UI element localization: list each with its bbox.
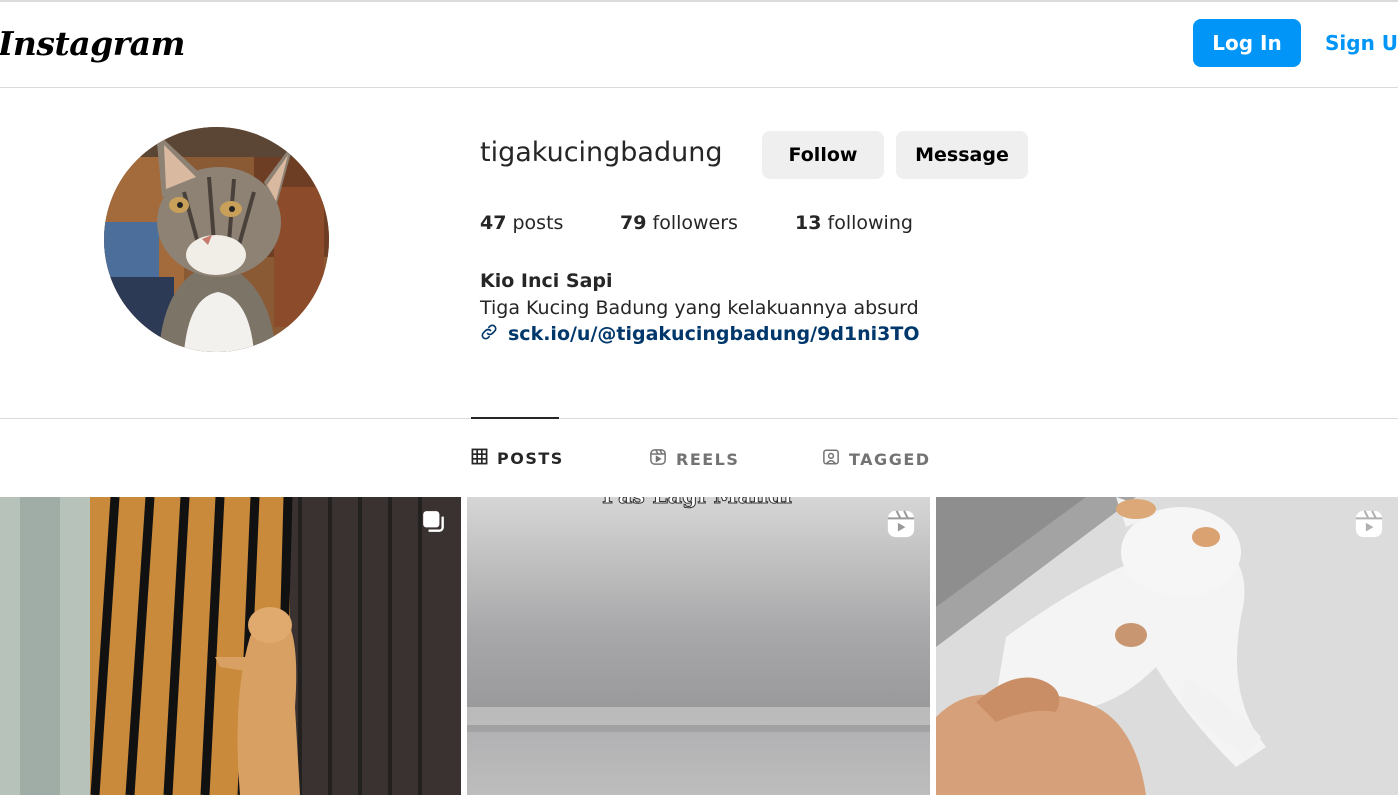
login-button[interactable]: Log In	[1193, 19, 1301, 67]
followers-count: 79	[620, 212, 647, 234]
top-navbar: Instagram Log In Sign Up	[0, 2, 1398, 88]
reels-icon	[886, 509, 916, 539]
reels-icon	[1354, 509, 1384, 539]
following-count: 13	[795, 212, 822, 234]
tabs-divider	[0, 418, 1398, 419]
avatar-cat-photo	[104, 127, 329, 352]
posts-count: 47	[480, 212, 507, 234]
following-label: following	[827, 212, 913, 234]
post-tile[interactable]	[0, 497, 461, 795]
active-tab-indicator	[471, 417, 559, 419]
reels-icon	[649, 448, 667, 470]
tab-reels-label: REELS	[676, 449, 740, 469]
follow-button[interactable]: Follow	[762, 131, 884, 179]
tab-tagged-label: TAGGED	[849, 449, 931, 469]
profile-username: tigakucingbadung	[480, 137, 723, 168]
signup-link[interactable]: Sign Up	[1325, 19, 1398, 67]
posts-label: posts	[512, 212, 564, 234]
posts-count-stat: 47 posts	[480, 212, 563, 234]
instagram-logo[interactable]: Instagram	[0, 24, 185, 63]
profile-link[interactable]: sck.io/u/@tigakucingbadung/9d1ni3TO	[480, 323, 920, 345]
tagged-icon	[822, 448, 840, 470]
profile-avatar[interactable]	[104, 127, 329, 352]
carousel-icon	[421, 509, 447, 535]
profile-link-text[interactable]: sck.io/u/@tigakucingbadung/9d1ni3TO	[508, 323, 920, 345]
post-image-reel-bath: Pas Lagi Mandi	[467, 497, 930, 795]
post-image-white-cat	[936, 497, 1398, 795]
link-icon	[480, 323, 498, 345]
post-image-cat-gate	[0, 497, 461, 795]
followers-label: followers	[652, 212, 738, 234]
post-tile[interactable]: Pas Lagi Mandi	[467, 497, 930, 795]
following-count-stat[interactable]: 13 following	[795, 212, 913, 234]
tab-tagged[interactable]: TAGGED	[822, 448, 931, 470]
message-button[interactable]: Message	[896, 131, 1028, 179]
tab-posts[interactable]: POSTS	[471, 448, 564, 469]
profile-full-name: Kio Inci Sapi	[480, 270, 613, 292]
profile-bio: Tiga Kucing Badung yang kelakuannya absu…	[480, 297, 919, 319]
followers-count-stat[interactable]: 79 followers	[620, 212, 738, 234]
tab-reels[interactable]: REELS	[649, 448, 739, 470]
reel-caption: Pas Lagi Mandi	[602, 497, 792, 509]
grid-icon	[471, 448, 488, 469]
tab-posts-label: POSTS	[497, 449, 564, 468]
post-tile[interactable]	[936, 497, 1398, 795]
